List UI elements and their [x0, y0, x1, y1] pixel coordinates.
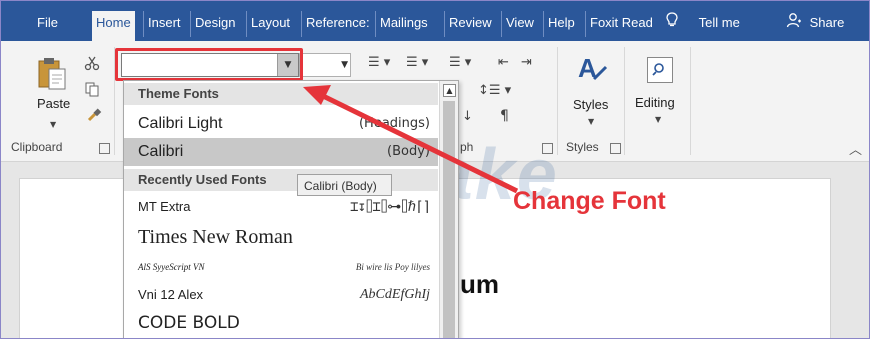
- font-option-script[interactable]: AlS SyyeScript VN Bi wire lis Poy lilyes: [124, 253, 438, 281]
- ribbon-tab-bar: File Home Insert Design Layout Reference…: [1, 1, 869, 41]
- tab-home[interactable]: Home: [92, 11, 135, 41]
- font-option-name: AlS SyyeScript VN: [138, 262, 205, 272]
- styles-chevron-icon: ▼: [588, 117, 595, 126]
- ribbon-separator: [690, 47, 691, 155]
- font-option-name: Vni 12 Alex: [138, 287, 204, 302]
- font-size-combobox[interactable]: ▼: [299, 53, 351, 77]
- styles-button[interactable]: A Styles ▼: [569, 53, 615, 133]
- tab-design[interactable]: Design: [190, 11, 235, 37]
- document-text: um: [460, 269, 499, 299]
- font-option-calibri[interactable]: Calibri (Body): [124, 138, 438, 166]
- cut-icon[interactable]: [84, 55, 100, 71]
- font-option-calibri-light[interactable]: Calibri Light (Headings): [124, 110, 438, 138]
- font-option-tag: (Headings): [358, 116, 430, 131]
- tab-insert[interactable]: Insert: [143, 11, 181, 37]
- clipboard-launcher-icon[interactable]: [99, 143, 110, 154]
- search-icon: [647, 57, 673, 83]
- tab-mailings[interactable]: Mailings: [375, 11, 428, 37]
- tab-foxit-reader[interactable]: Foxit Read: [585, 11, 653, 37]
- share-label: Share: [809, 15, 845, 30]
- font-tooltip: Calibri (Body): [297, 174, 392, 196]
- tell-me-button[interactable]: Tell me: [665, 11, 740, 37]
- numbering-icon[interactable]: ☰ ▾: [406, 55, 428, 70]
- show-formatting-icon[interactable]: ¶: [500, 108, 509, 124]
- styles-label: Styles: [573, 97, 609, 112]
- dropdown-scrollbar[interactable]: ▲: [439, 81, 458, 338]
- share-button[interactable]: Share: [786, 11, 844, 37]
- person-icon: [786, 12, 802, 36]
- annotation-label: Change Font: [513, 187, 666, 215]
- tab-file[interactable]: File: [37, 11, 58, 37]
- font-option-mt-extra[interactable]: MT Extra ⌶↧⌷⌶⌷⊶⌷ℏ⌈⌉: [124, 193, 438, 221]
- font-option-tag: (Body): [387, 144, 430, 159]
- font-option-preview: Bi wire lis Poy lilyes: [355, 262, 430, 272]
- font-option-preview: AbCdEfGhIj: [360, 287, 430, 302]
- decrease-indent-icon[interactable]: ⇤: [498, 55, 509, 70]
- clipboard-group-label: Clipboard: [11, 140, 63, 154]
- font-option-code-bold[interactable]: CODE BOLD: [124, 309, 438, 337]
- tell-me-label: Tell me: [698, 15, 740, 30]
- sort-icon[interactable]: ↓: [462, 109, 473, 124]
- editing-button[interactable]: Editing ▼: [633, 53, 683, 131]
- paste-icon: [38, 58, 66, 90]
- tab-review[interactable]: Review: [444, 11, 492, 37]
- tab-references[interactable]: Reference:: [301, 11, 370, 37]
- format-painter-icon[interactable]: [86, 107, 102, 123]
- styles-icon: A: [578, 53, 608, 83]
- font-option-preview: ⌶↧⌷⌶⌷⊶⌷ℏ⌈⌉: [350, 199, 431, 215]
- word-window: File Home Insert Design Layout Reference…: [0, 0, 870, 339]
- scrollbar-thumb[interactable]: [443, 101, 455, 338]
- tab-layout[interactable]: Layout: [246, 11, 290, 37]
- ribbon-separator: [624, 47, 625, 155]
- font-option-times-new-roman[interactable]: Times New Roman: [124, 221, 438, 253]
- font-option-name: CODE BOLD: [138, 313, 240, 333]
- font-option-name: MT Extra: [138, 199, 191, 214]
- theme-fonts-header: Theme Fonts: [124, 83, 438, 105]
- tab-help[interactable]: Help: [543, 11, 575, 37]
- editing-chevron-icon: ▼: [655, 115, 662, 124]
- collapse-ribbon-icon[interactable]: ︿: [849, 139, 862, 158]
- bullets-icon[interactable]: ☰ ▾: [368, 55, 390, 70]
- tab-view[interactable]: View: [501, 11, 534, 37]
- font-option-vni-12-alex[interactable]: Vni 12 Alex AbCdEfGhIj: [124, 281, 438, 309]
- font-dropdown-list: Theme Fonts Calibri Light (Headings) Cal…: [123, 80, 459, 338]
- lightbulb-icon: [665, 11, 679, 36]
- styles-launcher-icon[interactable]: [610, 143, 621, 154]
- multilevel-list-icon[interactable]: ☰ ▾: [449, 55, 471, 70]
- editing-label: Editing: [635, 95, 675, 110]
- highlight-box: [115, 48, 303, 81]
- increase-indent-icon[interactable]: ⇥: [521, 55, 532, 70]
- font-option-name: Calibri: [138, 143, 184, 160]
- font-option-name: Times New Roman: [138, 226, 293, 248]
- copy-icon[interactable]: [84, 81, 100, 97]
- paste-button[interactable]: Paste: [37, 55, 71, 111]
- scroll-up-icon[interactable]: ▲: [443, 84, 456, 97]
- paste-dropdown-chevron-icon[interactable]: ▼: [50, 120, 56, 129]
- line-spacing-icon[interactable]: ↕☰ ▾: [478, 83, 511, 98]
- paste-label: Paste: [37, 96, 71, 111]
- styles-group-label: Styles: [566, 140, 599, 154]
- font-size-chevron-icon[interactable]: ▼: [341, 54, 348, 76]
- font-option-name: Calibri Light: [138, 115, 223, 132]
